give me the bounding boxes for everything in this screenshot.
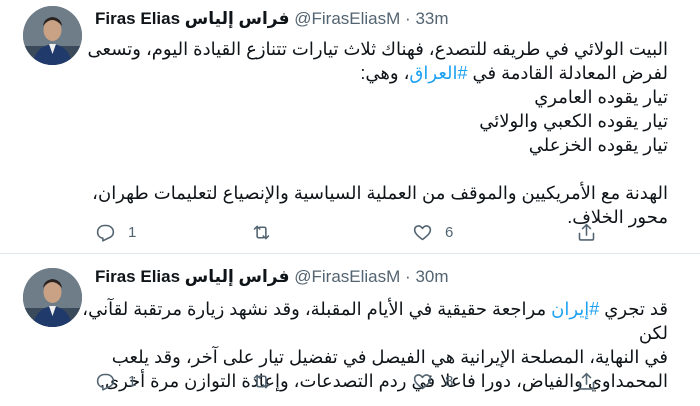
reply-button[interactable]: 1	[95, 369, 136, 393]
tweet[interactable]: Firas Elias فراس إلياس @FirasEliasM · 30…	[0, 254, 700, 406]
tweet[interactable]: Firas Elias فراس إلياس @FirasEliasM · 33…	[0, 0, 700, 253]
author-name-arabic[interactable]: فراس إلياس	[185, 267, 290, 286]
author-handle[interactable]: @FirasEliasM	[294, 267, 400, 286]
reply-icon	[96, 224, 115, 242]
hashtag-link[interactable]: #إيران	[551, 299, 599, 319]
retweet-icon	[253, 225, 270, 239]
heart-icon	[413, 373, 432, 389]
heart-icon	[413, 224, 432, 240]
text-line: في النهاية، المصلحة الإيرانية هي الفيصل …	[111, 347, 668, 367]
avatar[interactable]	[23, 6, 82, 65]
share-button[interactable]	[576, 369, 597, 393]
text-line: لفرض المعادلة القادمة في	[467, 63, 669, 83]
text-line: تيار يقوده العامري	[534, 87, 668, 107]
share-icon	[578, 372, 595, 390]
author-name-arabic[interactable]: فراس إلياس	[185, 9, 290, 28]
retweet-icon	[253, 374, 270, 388]
text-line: تيار يقوده الخزعلي	[528, 135, 668, 155]
text-line: البيت الولائي في طريقه للتصدع، فهناك ثلا…	[87, 39, 668, 59]
dot-separator: ·	[405, 267, 411, 286]
avatar-image	[23, 268, 82, 327]
text-line: الهدنة مع الأمريكيين والموقف من العملية …	[92, 183, 668, 203]
text-line: قد تجري	[599, 299, 668, 319]
retweet-button[interactable]	[251, 220, 272, 244]
like-count: 8	[445, 372, 454, 390]
avatar[interactable]	[23, 268, 82, 327]
dot-separator: ·	[405, 9, 411, 28]
tweet-header: Firas Elias فراس إلياس @FirasEliasM · 30…	[95, 266, 449, 288]
author-name[interactable]: Firas Elias	[95, 9, 180, 28]
tweet-header: Firas Elias فراس إلياس @FirasEliasM · 33…	[95, 8, 449, 30]
text-line: ، وهي:	[360, 63, 410, 83]
tweet-text: البيت الولائي في طريقه للتصدع، فهناك ثلا…	[78, 37, 668, 229]
tweet-actions: 1 6	[0, 220, 700, 244]
author-name[interactable]: Firas Elias	[95, 267, 180, 286]
author-handle[interactable]: @FirasEliasM	[294, 9, 400, 28]
reply-icon	[96, 373, 115, 391]
reply-count: 1	[128, 223, 137, 241]
avatar-image	[23, 6, 82, 65]
like-button[interactable]: 8	[412, 369, 453, 393]
like-button[interactable]: 6	[412, 220, 453, 244]
retweet-button[interactable]	[251, 369, 272, 393]
like-count: 6	[445, 223, 454, 241]
share-button[interactable]	[576, 220, 597, 244]
text-line: تيار يقوده الكعبي والولائي	[479, 111, 668, 131]
share-icon	[578, 223, 595, 241]
reply-count: 1	[128, 372, 137, 390]
reply-button[interactable]: 1	[95, 220, 136, 244]
tweet-actions: 1 8	[0, 369, 700, 393]
tweet-time[interactable]: 33m	[415, 9, 448, 28]
hashtag-link[interactable]: #العراق	[409, 63, 467, 83]
tweet-time[interactable]: 30m	[415, 267, 448, 286]
